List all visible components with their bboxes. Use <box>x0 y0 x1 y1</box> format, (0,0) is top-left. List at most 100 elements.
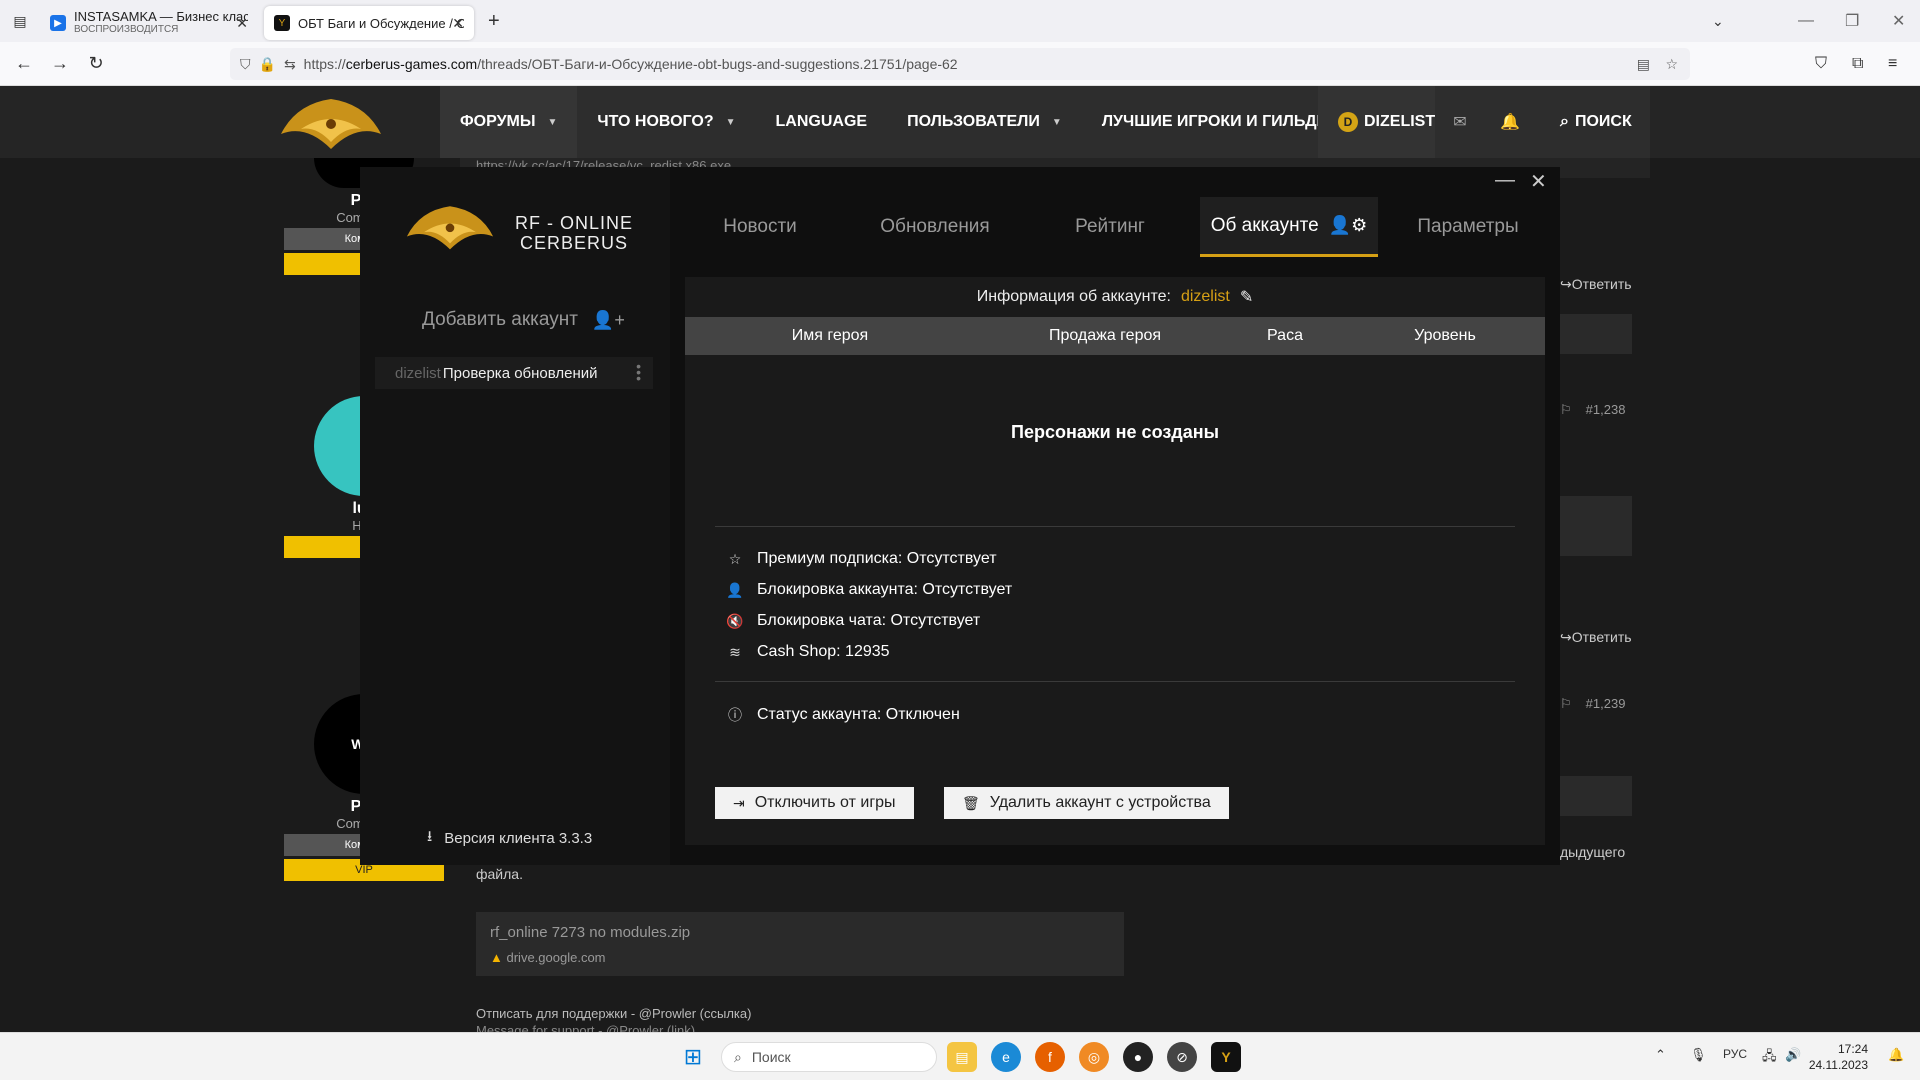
cerberus-launcher-icon[interactable]: Y <box>1211 1042 1241 1072</box>
close-window-icon[interactable]: ✕ <box>1892 11 1905 31</box>
menu-icon[interactable]: ≡ <box>1888 55 1897 73</box>
chevron-down-icon[interactable]: ▼ <box>1052 117 1062 128</box>
brand-line-1: RF - ONLINE <box>515 213 634 233</box>
new-tab-icon[interactable]: + <box>488 10 500 33</box>
version-label: Версия клиента 3.3.3 <box>444 830 593 847</box>
app-orange-icon[interactable]: ◎ <box>1079 1042 1109 1072</box>
permissions-icon[interactable]: ⇆ <box>284 56 296 73</box>
info-label: Информация об аккаунте: <box>976 288 1171 305</box>
add-account-button[interactable]: Добавить аккаунт 👤+ <box>422 309 625 331</box>
inbox-icon[interactable]: ✉ <box>1435 86 1485 158</box>
close-tab-icon[interactable]: ✕ <box>236 15 248 32</box>
account-block-label: Блокировка аккаунта: Отсутствует <box>757 581 1013 598</box>
url-bar[interactable]: ⛉ 🔒 ⇆ https:// cerberus-games.com /threa… <box>230 48 1690 80</box>
reply-link[interactable]: ↪Ответить <box>1560 629 1632 646</box>
edge-icon[interactable]: e <box>991 1042 1021 1072</box>
post-number[interactable]: ⚐ #1,238 <box>1560 402 1625 418</box>
forward-icon[interactable]: → <box>42 53 78 74</box>
premium-label: Премиум подписка: Отсутствует <box>757 550 997 567</box>
tab-news[interactable]: Новости <box>670 197 850 257</box>
bookmark-icon[interactable]: ⚐ <box>1560 402 1572 417</box>
bell-icon[interactable]: 🔔 <box>1485 86 1535 158</box>
divider <box>715 681 1515 682</box>
tab-account[interactable]: Об аккаунте 👤⚙ <box>1200 197 1378 257</box>
tab-updates[interactable]: Обновления <box>850 197 1020 257</box>
close-icon[interactable]: ✕ <box>1530 169 1547 194</box>
windows-start-icon[interactable]: ⊞ <box>678 1042 708 1072</box>
reply-link[interactable]: ↪Ответить <box>1560 276 1632 293</box>
menu-whats-new[interactable]: ЧТО НОВОГО? ▼ <box>577 86 755 158</box>
chevron-down-icon[interactable]: ▼ <box>548 117 558 128</box>
tab-rating[interactable]: Рейтинг <box>1020 197 1200 257</box>
account-row[interactable]: dizelist Проверка обновлений • • • <box>375 357 653 389</box>
back-icon[interactable]: ← <box>6 53 42 74</box>
microphone-icon[interactable]: 🎙 <box>1690 1047 1707 1063</box>
volume-icon[interactable]: 🔊 <box>1785 1047 1801 1063</box>
disconnect-button[interactable]: ⇥ Отключить от игры <box>715 787 914 819</box>
cerberus-logo-icon[interactable] <box>276 94 386 152</box>
date: 24.11.2023 <box>1808 1058 1868 1072</box>
empty-message: Персонажи не созданы <box>1011 422 1219 442</box>
file-explorer-icon[interactable]: ▤ <box>947 1042 977 1072</box>
reload-icon[interactable]: ↻ <box>78 53 114 74</box>
menu-users[interactable]: ПОЛЬЗОВАТЕЛИ ▼ <box>887 86 1082 158</box>
extensions-icon[interactable]: ⧉ <box>1852 55 1863 73</box>
user-settings-icon: 👤⚙ <box>1328 215 1368 235</box>
search-placeholder: Поиск <box>751 1049 791 1065</box>
tab-label: Обновления <box>880 216 990 237</box>
search-button[interactable]: ⌕ ПОИСК <box>1540 86 1650 158</box>
tab-instasamka[interactable]: ▶ INSTASAMKA — Бизнес класс ВОСПРОИЗВОДИ… <box>40 6 258 40</box>
shield-icon[interactable]: ⛉ <box>240 56 251 73</box>
close-tab-icon[interactable]: ✕ <box>452 15 464 32</box>
clock[interactable]: 17:24 24.11.2023 <box>1808 1041 1868 1073</box>
tab-list-icon[interactable]: ▤ <box>0 13 40 30</box>
lock-icon[interactable]: 🔒 <box>259 56 276 73</box>
cash-shop-label: Cash Shop: 12935 <box>757 643 890 660</box>
minimize-icon[interactable]: — <box>1798 12 1814 30</box>
time: 17:24 <box>1837 1042 1868 1056</box>
status-label: Статус аккаунта: Отключен <box>757 706 960 723</box>
minimize-icon[interactable]: — <box>1495 169 1515 192</box>
chevron-down-icon[interactable]: ▼ <box>726 117 736 128</box>
status-row: ⓘ Статус аккаунта: Отключен <box>725 705 960 725</box>
column-hero-name: Имя героя <box>791 327 869 344</box>
tab-cerberus[interactable]: Y ОБТ Баги и Обсуждение / ОБТ ✕ <box>264 6 474 40</box>
brand-line-2: CERBERUS <box>519 233 629 253</box>
notification-bell-icon[interactable]: 🔔 <box>1888 1047 1904 1063</box>
tab-label: Рейтинг <box>1075 216 1145 237</box>
post-number[interactable]: ⚐ #1,239 <box>1560 696 1625 712</box>
app-circle-icon[interactable]: ⊘ <box>1167 1042 1197 1072</box>
host-label: drive.google.com <box>506 950 606 965</box>
pocket-icon[interactable]: ⛉ <box>1815 55 1827 73</box>
play-favicon-icon: ▶ <box>50 15 66 31</box>
url-prefix: https:// <box>303 56 346 72</box>
reader-view-icon[interactable]: ▤ <box>1637 56 1650 73</box>
tray-chevron-icon[interactable]: ⌃ <box>1655 1047 1666 1063</box>
attachment-card[interactable]: rf_online 7273 no modules.zip ▲ drive.go… <box>476 912 1124 976</box>
more-vertical-icon[interactable]: • • • <box>636 359 641 385</box>
bookmark-star-icon[interactable]: ☆ <box>1665 56 1678 73</box>
column-race: Раса <box>1267 327 1303 344</box>
menu-forums[interactable]: ФОРУМЫ ▼ <box>440 86 578 158</box>
quote-block <box>1560 496 1632 556</box>
menu-language[interactable]: LANGUAGE <box>756 86 888 158</box>
column-level: Уровень <box>1414 327 1476 344</box>
obs-icon[interactable]: ● <box>1123 1042 1153 1072</box>
restore-icon[interactable]: ❐ <box>1845 11 1859 31</box>
edit-pencil-icon[interactable]: ✎ <box>1240 287 1253 307</box>
quote-block <box>1560 776 1632 816</box>
language-indicator[interactable]: РУС <box>1723 1047 1747 1061</box>
network-icon[interactable]: 🖧 <box>1762 1047 1777 1069</box>
search-label: ПОИСК <box>1574 113 1632 130</box>
bookmark-icon[interactable]: ⚐ <box>1560 696 1572 711</box>
list-all-tabs-icon[interactable]: ⌄ <box>1712 13 1724 30</box>
tab-settings[interactable]: Параметры <box>1378 197 1558 257</box>
cerberus-favicon-icon: Y <box>274 15 290 31</box>
delete-account-button[interactable]: 🗑 Удалить аккаунт с устройства <box>944 787 1229 819</box>
menu-label: ФОРУМЫ <box>460 113 536 130</box>
tab-label: Параметры <box>1417 216 1519 237</box>
search-icon: ⌕ <box>1560 113 1569 130</box>
firefox-icon[interactable]: f <box>1035 1042 1065 1072</box>
taskbar-search[interactable]: ⌕ Поиск <box>721 1042 937 1072</box>
menu-label: ЛУЧШИЕ ИГРОКИ И ГИЛЬДИИ <box>1101 113 1340 130</box>
